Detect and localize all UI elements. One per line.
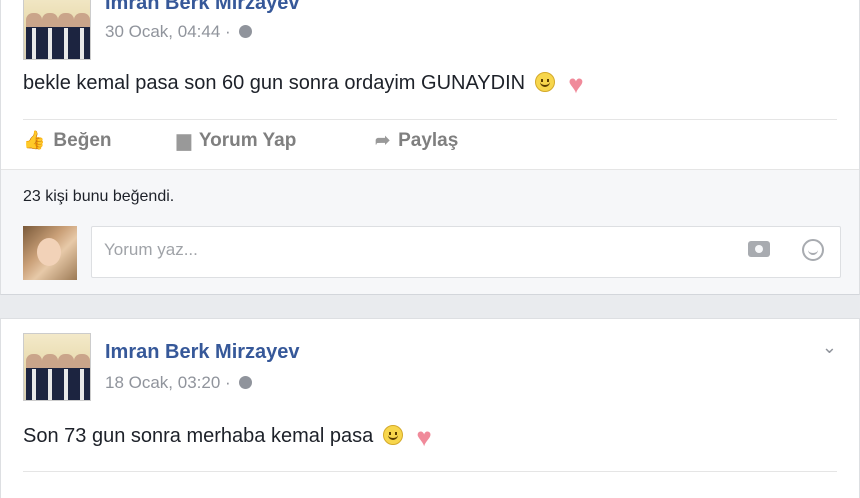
chevron-down-icon[interactable]: ⌄ — [822, 337, 837, 358]
feedback-area: 23 kişi bunu beğendi. — [1, 169, 859, 294]
smiley-icon — [382, 425, 403, 445]
divider — [23, 119, 837, 120]
post-date[interactable]: 30 Ocak, 04:44 — [105, 22, 220, 41]
post-card-1: Imran Berk Mirzayev 30 Ocak, 04:44 · bek… — [0, 0, 860, 295]
author-name[interactable]: Imran Berk Mirzayev — [105, 0, 300, 15]
emoji-icon[interactable] — [802, 239, 824, 261]
globe-icon[interactable] — [239, 376, 253, 389]
like-label: Beğen — [53, 130, 112, 151]
post-text: bekle kemal pasa son 60 gun sonra ordayi… — [23, 69, 584, 99]
divider — [23, 471, 837, 472]
post-date[interactable]: 18 Ocak, 03:20 — [105, 373, 220, 392]
smiley-icon — [534, 72, 555, 92]
globe-icon[interactable] — [239, 25, 253, 38]
author-avatar[interactable] — [23, 0, 91, 60]
comment-box[interactable] — [91, 226, 841, 278]
post-meta: 30 Ocak, 04:44 · — [105, 22, 253, 42]
meta-separator: · — [225, 373, 231, 392]
share-arrow-icon: ➦ — [375, 130, 391, 150]
share-label: Paylaş — [398, 130, 459, 151]
thumbs-up-icon: 👍 — [23, 130, 46, 150]
post-meta: 18 Ocak, 03:20 · — [105, 373, 253, 393]
meta-separator: · — [225, 22, 231, 41]
comment-button[interactable]: ▆ Yorum Yap — [177, 130, 296, 152]
post-text-content: bekle kemal pasa son 60 gun sonra ordayi… — [23, 72, 526, 94]
author-avatar[interactable] — [23, 333, 91, 401]
heart-icon: ♥ — [416, 422, 432, 452]
author-name[interactable]: Imran Berk Mirzayev — [105, 341, 300, 364]
post-card-2: Imran Berk Mirzayev 18 Ocak, 03:20 · ⌄ S… — [0, 318, 860, 498]
likes-count[interactable]: 23 kişi bunu beğendi. — [23, 188, 174, 206]
post-text-content: Son 73 gun sonra merhaba kemal pasa — [23, 425, 374, 447]
camera-icon[interactable] — [748, 241, 770, 257]
comment-input[interactable] — [102, 239, 706, 261]
commenter-avatar[interactable] — [23, 226, 77, 280]
like-button[interactable]: 👍 Beğen — [23, 130, 112, 152]
heart-icon: ♥ — [568, 69, 584, 99]
share-button[interactable]: ➦ Paylaş — [375, 130, 458, 152]
post-text: Son 73 gun sonra merhaba kemal pasa ♥ — [23, 422, 432, 452]
speech-bubble-icon: ▆ — [177, 130, 191, 150]
comment-label: Yorum Yap — [198, 130, 297, 151]
